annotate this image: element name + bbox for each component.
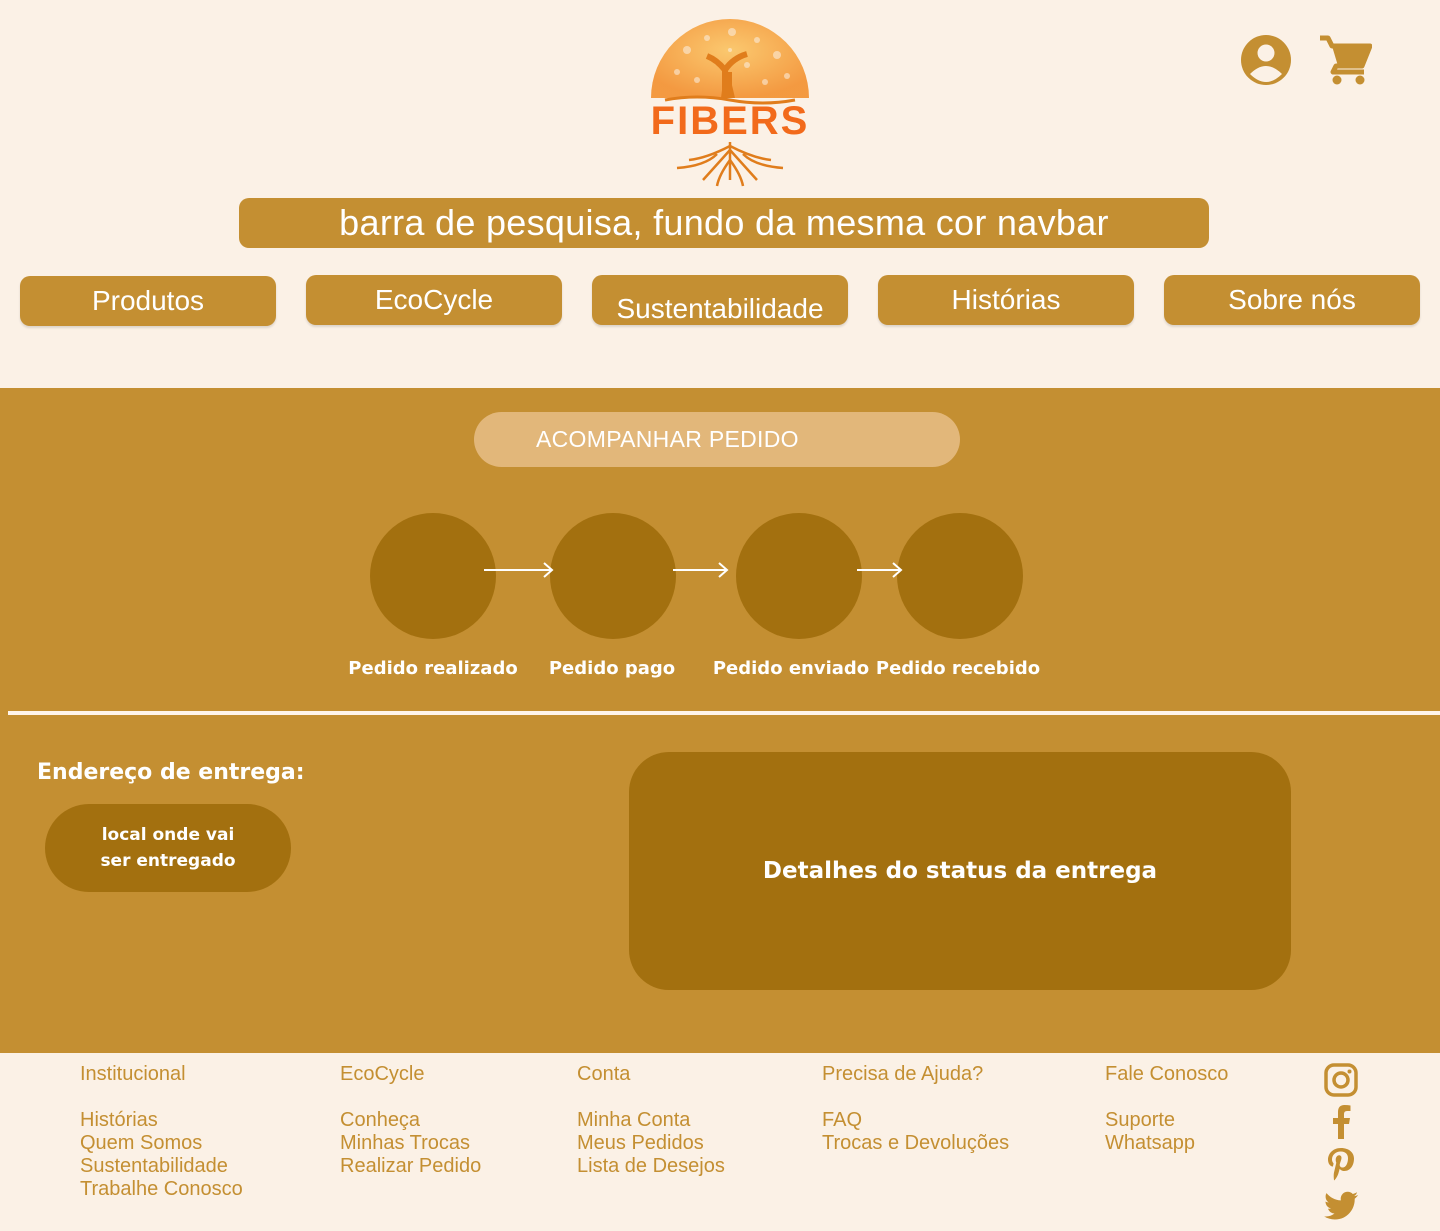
footer-link[interactable]: Minhas Trocas (340, 1132, 481, 1155)
footer-heading: Conta (577, 1063, 631, 1085)
track-order-title: ACOMPANHAR PEDIDO (474, 412, 960, 467)
order-tracking-section: ACOMPANHAR PEDIDO Pedido realizado Pedid… (0, 388, 1440, 1053)
footer-column-conta: Conta Minha Conta Meus Pedidos Lista de … (577, 1063, 725, 1178)
nav-historias-button[interactable]: Histórias (878, 275, 1134, 325)
footer-link[interactable]: Whatsapp (1105, 1132, 1228, 1155)
footer-column-contato: Fale Conosco Suporte Whatsapp (1105, 1063, 1228, 1155)
footer-link[interactable]: Conheça (340, 1109, 481, 1132)
footer-link[interactable]: FAQ (822, 1109, 1009, 1132)
header-actions (1238, 32, 1372, 88)
section-divider (8, 711, 1440, 715)
footer-link[interactable]: Trabalhe Conosco (80, 1178, 243, 1201)
tree-logo-icon: FIBERS (651, 19, 810, 187)
footer-link[interactable]: Histórias (80, 1109, 243, 1132)
footer-column-ajuda: Precisa de Ajuda? FAQ Trocas e Devoluçõe… (822, 1063, 1009, 1155)
svg-text:FIBERS: FIBERS (651, 99, 810, 143)
step-label: Pedido enviado (712, 658, 870, 679)
footer-heading: Institucional (80, 1063, 186, 1085)
footer-link[interactable]: Suporte (1105, 1109, 1228, 1132)
step-circle-enviado (736, 513, 862, 639)
footer-link[interactable]: Quem Somos (80, 1132, 243, 1155)
delivery-status-details: Detalhes do status da entrega (629, 752, 1291, 990)
step-circle-pago (550, 513, 676, 639)
footer: Institucional Histórias Quem Somos Suste… (0, 1053, 1440, 1231)
footer-link[interactable]: Lista de Desejos (577, 1155, 725, 1178)
shopping-cart-icon[interactable] (1316, 32, 1372, 88)
nav-produtos-button[interactable]: Produtos (20, 276, 276, 326)
arrow-right-icon (673, 562, 729, 578)
step-circle-realizado (370, 513, 496, 639)
twitter-icon[interactable] (1322, 1187, 1360, 1225)
fibers-logo[interactable]: FIBERS (637, 10, 823, 190)
search-bar[interactable]: barra de pesquisa, fundo da mesma cor na… (239, 198, 1209, 248)
arrow-right-icon (484, 562, 554, 578)
facebook-icon[interactable] (1322, 1103, 1360, 1141)
address-value: local onde vai ser entregado (45, 804, 291, 892)
footer-link[interactable]: Minha Conta (577, 1109, 725, 1132)
instagram-icon[interactable] (1322, 1061, 1360, 1099)
status-details-label: Detalhes do status da entrega (762, 858, 1158, 884)
user-account-icon[interactable] (1238, 32, 1294, 88)
footer-link[interactable]: Sustentabilidade (80, 1155, 243, 1178)
footer-link[interactable]: Realizar Pedido (340, 1155, 481, 1178)
address-title: Endereço de entrega: (37, 760, 305, 785)
main-navigation: Produtos EcoCycle Sustentabilidade Histó… (20, 275, 1420, 327)
step-label: Pedido recebido (875, 658, 1041, 679)
arrow-right-icon (857, 562, 903, 578)
footer-column-ecocycle: EcoCycle Conheça Minhas Trocas Realizar … (340, 1063, 481, 1178)
footer-heading: Precisa de Ajuda? (822, 1063, 984, 1085)
step-label: Pedido realizado (348, 658, 518, 679)
social-links (1322, 1061, 1360, 1229)
search-placeholder: barra de pesquisa, fundo da mesma cor na… (339, 202, 1109, 243)
footer-column-institucional: Institucional Histórias Quem Somos Suste… (80, 1063, 243, 1201)
footer-heading: Fale Conosco (1105, 1063, 1229, 1085)
nav-sobre-nos-button[interactable]: Sobre nós (1164, 275, 1420, 325)
footer-heading: EcoCycle (340, 1063, 425, 1085)
nav-ecocycle-button[interactable]: EcoCycle (306, 275, 562, 325)
step-circle-recebido (897, 513, 1023, 639)
step-label: Pedido pago (548, 658, 676, 679)
nav-sustentabilidade-button[interactable]: Sustentabilidade (592, 275, 848, 325)
footer-link[interactable]: Trocas e Devoluções (822, 1132, 1009, 1155)
pinterest-icon[interactable] (1322, 1145, 1360, 1183)
footer-link[interactable]: Meus Pedidos (577, 1132, 725, 1155)
